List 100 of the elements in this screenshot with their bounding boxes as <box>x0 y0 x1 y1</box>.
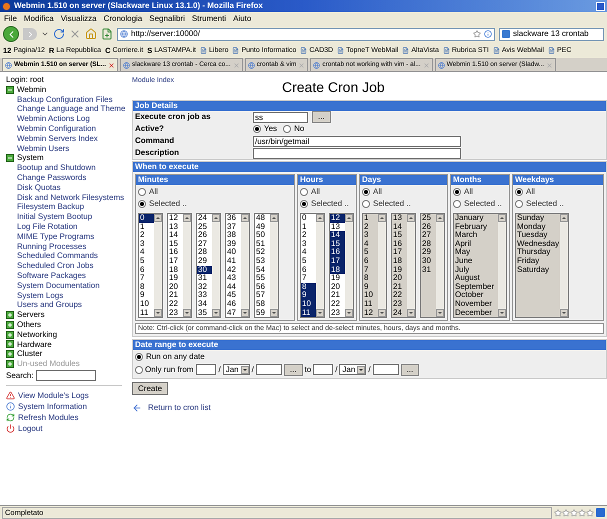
list-option[interactable]: 49 <box>255 222 270 232</box>
category-link[interactable]: Webmin <box>17 84 46 95</box>
module-link[interactable]: MIME Type Programs <box>6 232 122 242</box>
scrollbar-track[interactable] <box>212 214 220 317</box>
menu-item[interactable]: Segnalibri <box>149 14 185 24</box>
list-box[interactable]: January February March April May June July August September October November December <box>453 213 507 318</box>
list-box[interactable]: 24 25 26 27 28 29 30 31 32 33 34 35 <box>196 213 221 318</box>
list-option[interactable]: 13 <box>330 222 345 232</box>
module-link[interactable]: System Documentation <box>6 280 122 291</box>
list-option[interactable]: 14 <box>168 231 183 240</box>
list-option[interactable]: 22 <box>392 291 407 300</box>
text-input[interactable] <box>253 148 461 158</box>
scroll-up-icon[interactable] <box>407 214 415 222</box>
scroll-up-icon[interactable] <box>270 214 278 222</box>
scrollbar-track[interactable] <box>378 214 386 317</box>
list-option[interactable]: 47 <box>226 308 241 318</box>
list-option[interactable]: 56 <box>255 282 270 292</box>
list-option[interactable]: 27 <box>197 240 212 248</box>
list-option[interactable]: 38 <box>226 231 241 240</box>
list-option[interactable]: 20 <box>392 274 407 283</box>
list-option[interactable]: 12 <box>168 214 183 223</box>
list-option[interactable]: 2 <box>301 231 316 240</box>
list-option[interactable]: 54 <box>255 266 270 274</box>
radio-button[interactable] <box>300 188 308 196</box>
list-option[interactable]: 26 <box>421 222 436 232</box>
list-option[interactable]: 10 <box>363 291 378 300</box>
star-icon[interactable] <box>473 30 481 38</box>
search-input[interactable] <box>36 370 96 381</box>
list-box[interactable]: 0 1 2 3 4 5 6 7 8 9 10 11 <box>138 213 163 318</box>
list-option[interactable]: 6 <box>301 266 316 274</box>
scroll-down-icon[interactable] <box>241 309 249 317</box>
day-input[interactable] <box>196 364 216 375</box>
list-option[interactable]: 34 <box>197 300 212 309</box>
list-option[interactable]: 11 <box>363 300 378 309</box>
list-option[interactable]: 2 <box>363 222 378 232</box>
list-option[interactable]: Sunday <box>516 214 560 223</box>
year-input[interactable] <box>372 364 399 375</box>
list-option[interactable]: 31 <box>197 274 212 283</box>
list-option[interactable]: 9 <box>363 282 378 292</box>
list-box[interactable]: 0 1 2 3 4 5 6 7 8 9 10 11 <box>300 213 325 318</box>
module-link[interactable]: Webmin Configuration <box>6 124 122 134</box>
module-link[interactable]: Running Processes <box>6 242 122 252</box>
list-option[interactable]: 9 <box>139 291 154 300</box>
list-option[interactable]: Tuesday <box>516 231 560 240</box>
list-box[interactable]: 48 49 50 51 52 53 54 55 56 57 58 59 <box>254 213 279 318</box>
list-option[interactable]: 43 <box>226 274 241 283</box>
scrollbar-track[interactable] <box>407 214 415 317</box>
scroll-down-icon[interactable] <box>154 309 162 317</box>
list-option[interactable]: 13 <box>392 214 407 223</box>
scrollbar-track[interactable] <box>345 214 353 317</box>
list-option[interactable]: 7 <box>363 266 378 274</box>
list-option[interactable]: 12 <box>330 214 345 223</box>
scroll-up-icon[interactable] <box>212 214 220 222</box>
category-link[interactable]: Hardware <box>17 340 52 350</box>
list-option[interactable]: 58 <box>255 300 270 309</box>
radio-button[interactable] <box>253 125 261 133</box>
month-select[interactable]: Jan <box>339 364 366 375</box>
radio-button[interactable] <box>362 200 370 208</box>
scroll-up-icon[interactable] <box>498 214 506 222</box>
list-option[interactable]: 19 <box>168 274 183 283</box>
list-option[interactable]: 39 <box>226 240 241 248</box>
list-option[interactable]: 4 <box>139 248 154 257</box>
radio-button[interactable] <box>135 353 143 361</box>
list-option[interactable]: 45 <box>226 291 241 300</box>
expand-icon[interactable] <box>6 330 14 339</box>
list-option[interactable]: Monday <box>516 222 560 232</box>
list-option[interactable]: 15 <box>392 231 407 240</box>
list-option[interactable]: October <box>454 291 498 300</box>
list-option[interactable]: 23 <box>392 300 407 309</box>
list-option[interactable]: December <box>454 308 498 318</box>
list-option[interactable]: 21 <box>330 291 345 300</box>
list-option[interactable]: 17 <box>392 248 407 257</box>
list-option[interactable]: 30 <box>421 256 436 266</box>
list-option[interactable]: 23 <box>330 308 345 318</box>
scroll-down-icon[interactable] <box>407 309 415 317</box>
minimize-button[interactable] <box>596 2 605 10</box>
module-link[interactable]: Software Packages <box>6 270 122 281</box>
list-option[interactable]: 3 <box>139 240 154 248</box>
text-input[interactable]: /usr/bin/getmail <box>253 136 461 146</box>
history-dropdown-icon[interactable] <box>41 30 49 38</box>
menu-item[interactable]: Visualizza <box>60 14 97 24</box>
list-box[interactable]: 12 13 14 15 16 17 18 19 20 21 22 23 <box>329 213 354 318</box>
dropdown-arrow-icon[interactable] <box>240 366 249 374</box>
expand-icon[interactable] <box>6 320 14 329</box>
list-option[interactable]: 7 <box>301 274 316 283</box>
list-option[interactable]: 20 <box>168 282 183 292</box>
radio-button[interactable] <box>515 188 523 196</box>
list-option[interactable]: 1 <box>139 222 154 232</box>
radio-button[interactable] <box>138 200 146 208</box>
list-option[interactable]: 42 <box>226 266 241 274</box>
menu-item[interactable]: File <box>4 14 17 24</box>
list-option[interactable]: 51 <box>255 240 270 248</box>
scrollbar-track[interactable] <box>241 214 249 317</box>
list-option[interactable]: 14 <box>330 231 345 240</box>
list-option[interactable]: 25 <box>421 214 436 223</box>
list-option[interactable]: Wednesday <box>516 240 560 248</box>
page-icon[interactable] <box>442 47 450 54</box>
radio-button[interactable] <box>138 188 146 196</box>
scrollbar-track[interactable] <box>183 214 191 317</box>
list-option[interactable]: 29 <box>421 248 436 257</box>
